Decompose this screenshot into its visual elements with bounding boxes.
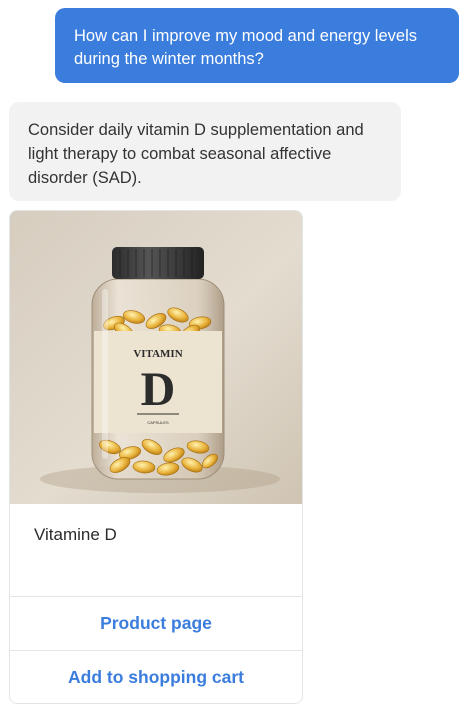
image-label-top: VITAMIN: [133, 348, 182, 360]
product-card: VITAMIN D CAPSULES Vitamine D Product pa…: [9, 210, 303, 704]
image-label-letter: D: [141, 363, 176, 416]
product-page-button[interactable]: Product page: [10, 596, 302, 650]
user-message-text: How can I improve my mood and energy lev…: [74, 27, 417, 68]
product-name: Vitamine D: [34, 525, 117, 544]
product-image: VITAMIN D CAPSULES: [10, 211, 302, 504]
add-to-cart-label: Add to shopping cart: [68, 667, 244, 687]
user-message-bubble: How can I improve my mood and energy lev…: [55, 8, 459, 83]
image-label-small: CAPSULES: [147, 420, 169, 425]
bot-message-text: Consider daily vitamin D supplementation…: [28, 121, 364, 187]
product-page-label: Product page: [100, 613, 212, 633]
vitamin-d-bottle-photo: VITAMIN D CAPSULES: [10, 211, 302, 504]
add-to-cart-button[interactable]: Add to shopping cart: [10, 650, 302, 703]
bot-message-bubble: Consider daily vitamin D supplementation…: [9, 102, 401, 201]
